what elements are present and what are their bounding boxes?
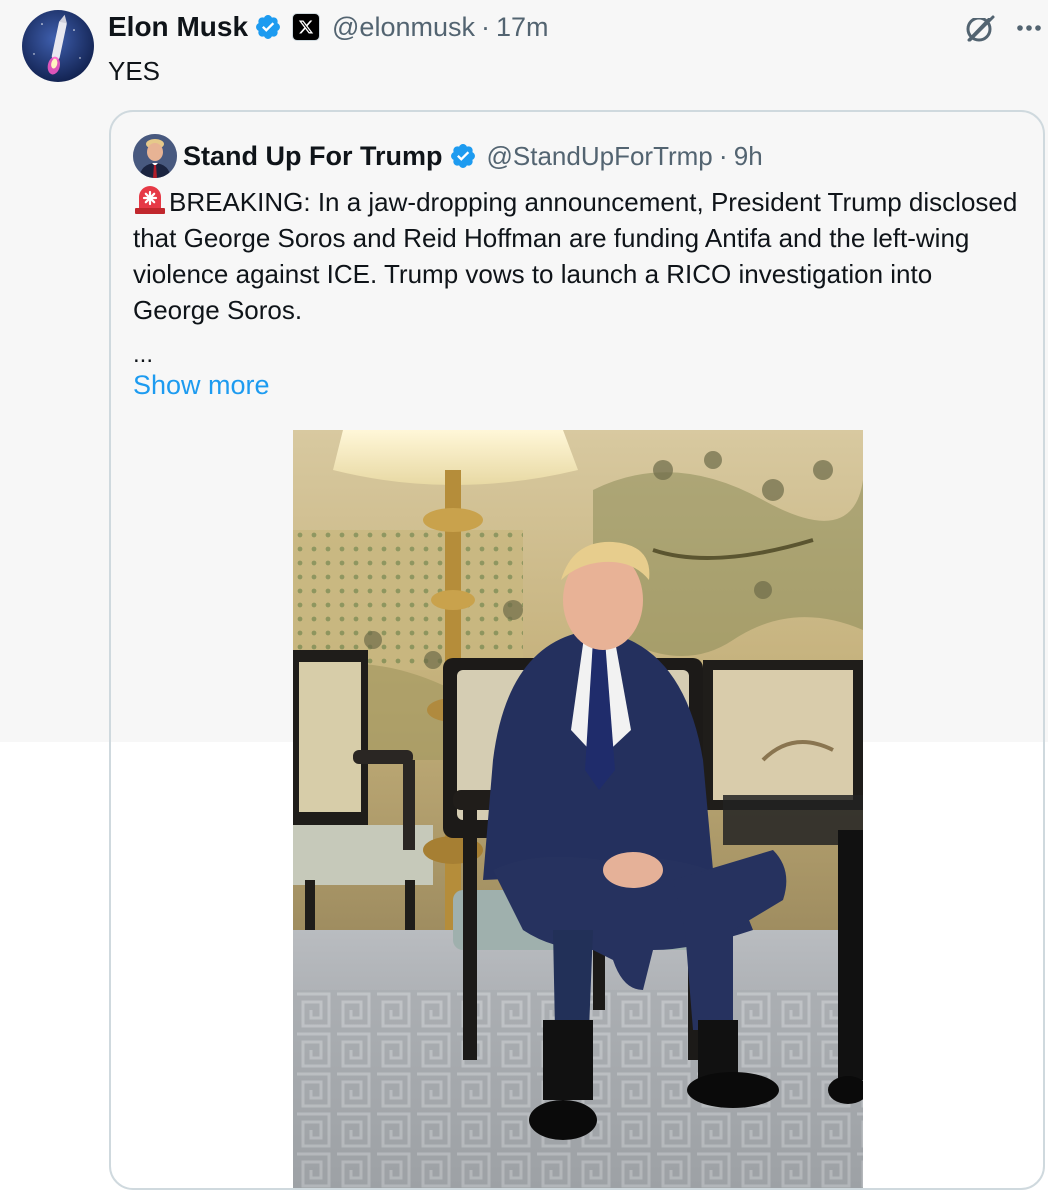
quoted-post-header: Stand Up For Trump @StandUpForTrmp · 9h [183, 138, 763, 174]
post-timestamp[interactable]: 17m [496, 12, 549, 43]
quoted-post-text-block: BREAKING: In a jaw-dropping announcement… [133, 184, 1023, 328]
quoted-verified-badge-icon[interactable] [449, 142, 477, 170]
grok-icon[interactable] [962, 10, 998, 46]
quoted-post-timestamp[interactable]: 9h [734, 141, 763, 172]
quoted-author-avatar[interactable] [133, 134, 177, 178]
author-handle[interactable]: @elonmusk [332, 12, 475, 43]
quoted-post-card[interactable]: Stand Up For Trump @StandUpForTrmp · 9h … [109, 110, 1045, 1190]
quoted-author-display-name[interactable]: Stand Up For Trump [183, 141, 443, 172]
more-dots-icon[interactable] [1014, 14, 1044, 42]
header-separator: · [480, 11, 490, 42]
show-more-link[interactable]: Show more [133, 366, 270, 404]
author-avatar[interactable] [22, 10, 94, 82]
quoted-author-handle[interactable]: @StandUpForTrmp [487, 141, 713, 172]
post-header: Elon Musk @elonmusk · 17m [108, 10, 549, 44]
post-text: YES [108, 56, 161, 86]
rotating-light-emoji-icon [133, 185, 167, 215]
quoted-post-text: BREAKING: In a jaw-dropping announcement… [133, 187, 1018, 325]
x-logo-icon[interactable] [292, 13, 321, 41]
author-display-name[interactable]: Elon Musk [108, 11, 248, 43]
quoted-post-photo[interactable] [293, 430, 863, 1188]
verified-badge-icon[interactable] [254, 13, 282, 41]
quoted-header-separator: · [718, 140, 728, 171]
